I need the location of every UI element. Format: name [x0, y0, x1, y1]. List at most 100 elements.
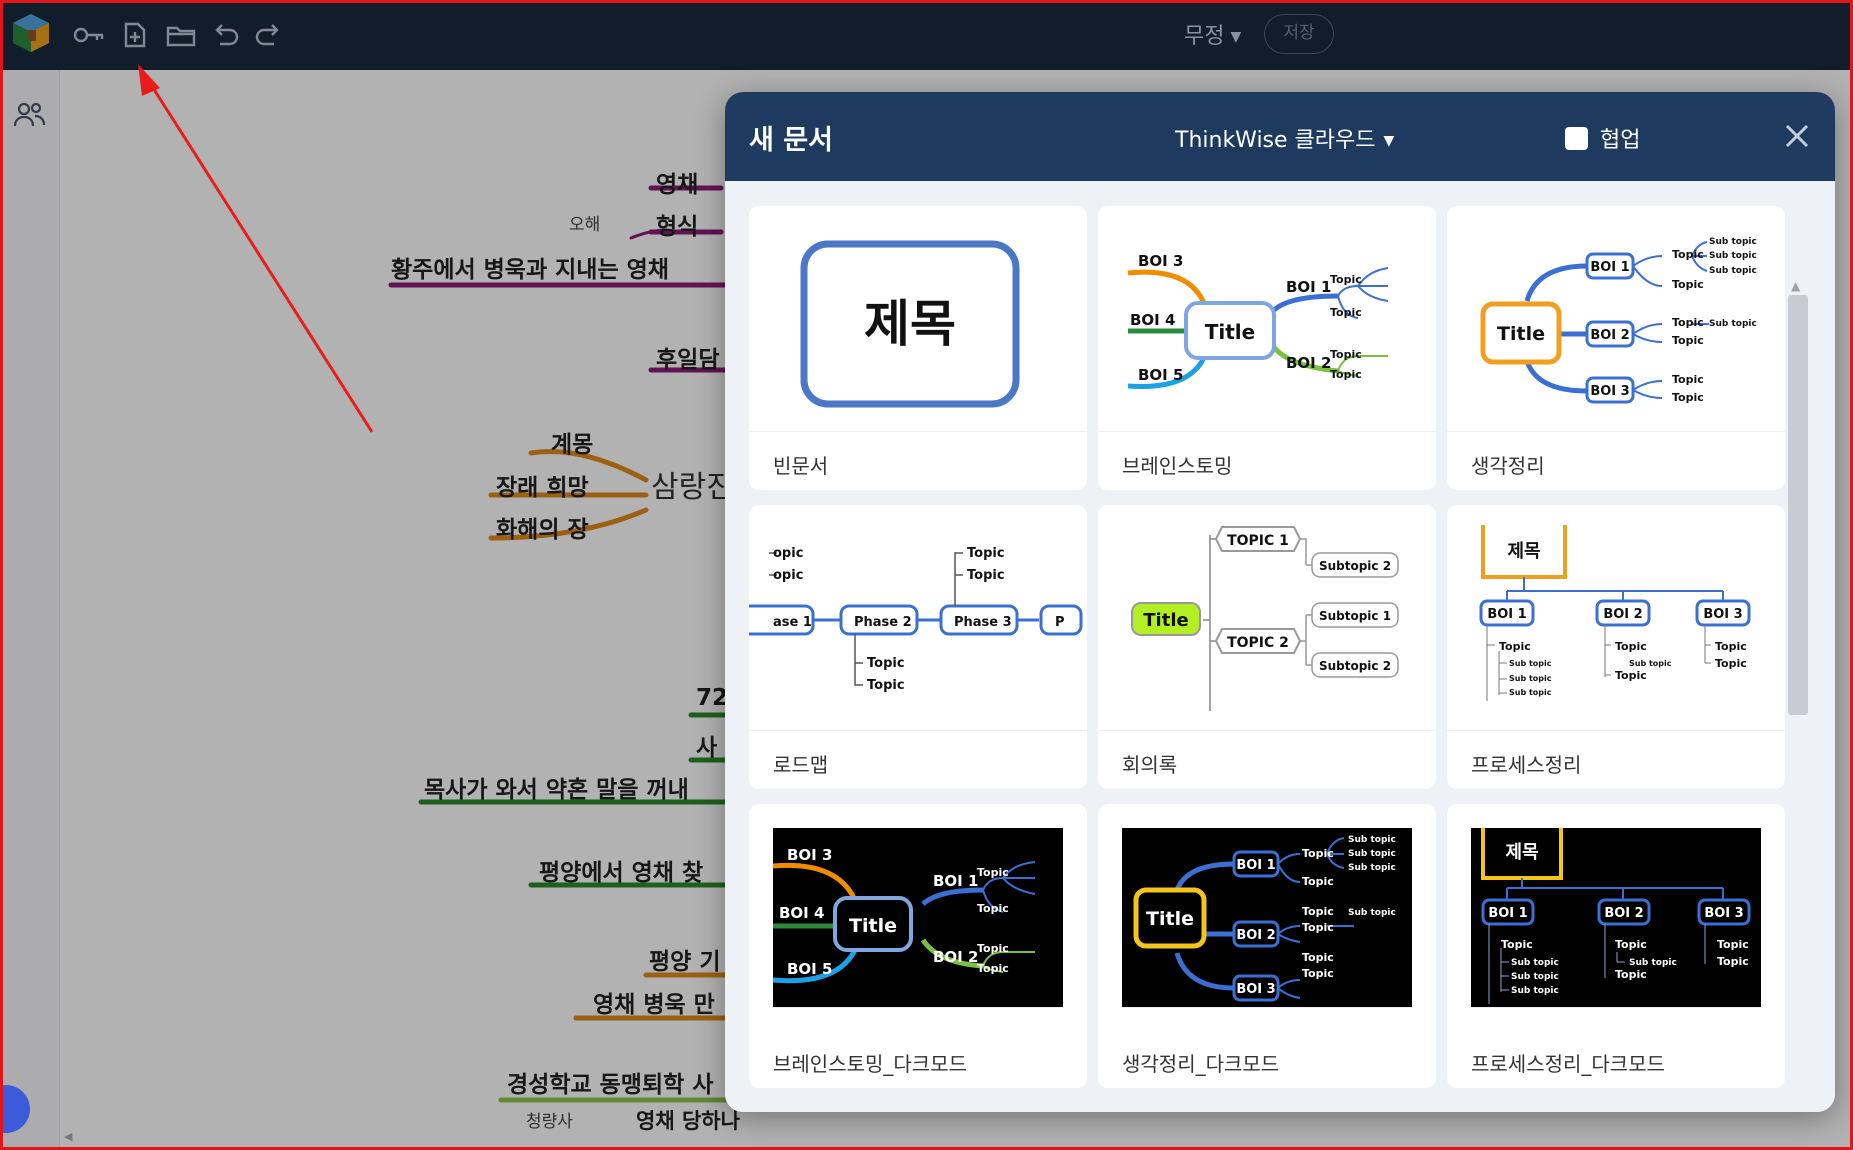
svg-text:Title: Title	[1143, 610, 1188, 631]
template-label: 브레인스토밍	[1122, 454, 1233, 478]
svg-text:Topic: Topic	[1302, 967, 1334, 980]
vertical-scrollbar-thumb[interactable]	[1788, 295, 1808, 715]
svg-text:Sub topic: Sub topic	[1348, 863, 1396, 873]
template-thumbnail: Title TOPIC 1 TOPIC 2 Subtopic 2 Subtopi…	[1098, 505, 1436, 731]
svg-text:Topic: Topic	[1501, 938, 1533, 951]
close-icon[interactable]	[1779, 118, 1815, 154]
svg-text:BOI 3: BOI 3	[1703, 607, 1742, 622]
svg-text:Topic: Topic	[1672, 334, 1704, 347]
svg-text:Topic: Topic	[977, 962, 1009, 975]
template-card-blank[interactable]: 제목 빈문서	[749, 206, 1087, 490]
svg-text:Topic: Topic	[1715, 657, 1747, 670]
template-card-mind-organize[interactable]: Title BOI 1 BOI 2 BOI 3 Topic Topic Topi…	[1447, 206, 1785, 490]
template-label: 생각정리_다크모드	[1122, 1052, 1280, 1076]
svg-text:BOI 1: BOI 1	[1590, 260, 1629, 275]
svg-text:BOI 3: BOI 3	[1138, 252, 1183, 270]
svg-text:BOI 3: BOI 3	[1590, 384, 1629, 399]
svg-text:opic: opic	[773, 546, 803, 561]
svg-text:opic: opic	[773, 568, 803, 583]
svg-text:Topic: Topic	[977, 866, 1009, 879]
template-thumbnail: ase 1 Phase 2 Phase 3 P opic opic Topic …	[749, 505, 1087, 731]
svg-text:Title: Title	[1497, 323, 1545, 345]
template-thumbnail: Title BOI 3 BOI 4 BOI 5 BOI 1 BOI 2 Topi…	[772, 828, 1063, 1008]
svg-text:Phase 2: Phase 2	[854, 615, 912, 630]
svg-text:BOI 1: BOI 1	[1487, 607, 1526, 622]
new-document-dialog: 새 문서 ThinkWise 클라우드 ▼ 협업 제목 빈문서 Title BO…	[725, 92, 1835, 1112]
svg-text:BOI 3: BOI 3	[1704, 906, 1743, 921]
svg-text:P: P	[1055, 615, 1065, 630]
svg-text:Sub topic: Sub topic	[1629, 659, 1672, 668]
cloud-location-dropdown[interactable]: ThinkWise 클라우드 ▼	[1175, 122, 1394, 154]
template-label: 로드맵	[773, 753, 829, 777]
template-card-brainstorming-dark[interactable]: Title BOI 3 BOI 4 BOI 5 BOI 1 BOI 2 Topi…	[749, 804, 1087, 1088]
svg-text:Title: Title	[849, 915, 897, 937]
dialog-title: 새 문서	[749, 125, 833, 156]
svg-text:Topic: Topic	[867, 656, 905, 671]
template-thumbnail: Title BOI 1 BOI 2 BOI 3 Topic Topic Topi…	[1122, 828, 1412, 1008]
svg-text:Topic: Topic	[1615, 938, 1647, 951]
svg-text:BOI 3: BOI 3	[1236, 982, 1275, 997]
svg-text:Sub topic: Sub topic	[1709, 266, 1757, 276]
template-card-roadmap[interactable]: ase 1 Phase 2 Phase 3 P opic opic Topic …	[749, 505, 1087, 789]
template-label: 프로세스정리_다크모드	[1471, 1052, 1665, 1076]
svg-text:Title: Title	[1146, 908, 1194, 930]
svg-text:BOI 3: BOI 3	[787, 846, 832, 864]
svg-text:Topic: Topic	[1615, 640, 1647, 653]
svg-text:BOI 1: BOI 1	[1286, 278, 1331, 296]
svg-text:Topic: Topic	[1302, 905, 1334, 918]
svg-text:Topic: Topic	[1302, 847, 1334, 860]
template-label: 회의록	[1122, 753, 1178, 777]
template-card-brainstorming[interactable]: Title BOI 3 BOI 4 BOI 5 BOI 1 BOI 2 Topi…	[1098, 206, 1436, 490]
svg-text:Phase 3: Phase 3	[954, 615, 1012, 630]
svg-text:BOI 2: BOI 2	[933, 948, 978, 966]
svg-text:BOI 2: BOI 2	[1590, 328, 1629, 343]
collaboration-label: 협업	[1600, 128, 1641, 153]
svg-text:Topic: Topic	[1717, 955, 1749, 968]
svg-text:Topic: Topic	[1672, 278, 1704, 291]
svg-text:Topic: Topic	[1672, 391, 1704, 404]
svg-text:Subtopic 2: Subtopic 2	[1319, 559, 1391, 573]
template-card-process[interactable]: 제목 BOI 1 BOI 2 BOI 3 Topic Topic Topic T…	[1447, 505, 1785, 789]
svg-text:Topic: Topic	[1330, 273, 1362, 286]
svg-text:Topic: Topic	[1302, 951, 1334, 964]
collaboration-checkbox[interactable]	[1565, 126, 1588, 150]
dialog-header: 새 문서 ThinkWise 클라우드 ▼ 협업	[725, 92, 1835, 181]
template-thumbnail: 제목 BOI 1 BOI 2 BOI 3 Topic Topic Topic T…	[1447, 505, 1785, 731]
svg-text:Sub topic: Sub topic	[1348, 849, 1396, 859]
template-thumbnail: 제목	[749, 206, 1087, 432]
svg-text:BOI 5: BOI 5	[1138, 366, 1183, 384]
svg-text:TOPIC 2: TOPIC 2	[1227, 635, 1289, 651]
template-card-mind-organize-dark[interactable]: Title BOI 1 BOI 2 BOI 3 Topic Topic Topi…	[1098, 804, 1436, 1088]
collaboration-toggle[interactable]: 협업	[1565, 122, 1640, 154]
svg-text:Sub topic: Sub topic	[1511, 972, 1559, 982]
svg-text:Topic: Topic	[1330, 348, 1362, 361]
svg-text:Title: Title	[1205, 320, 1255, 344]
scroll-up-arrow-icon[interactable]: ▲	[1791, 279, 1800, 293]
svg-text:Sub topic: Sub topic	[1709, 251, 1757, 261]
svg-text:Topic: Topic	[967, 568, 1005, 583]
svg-text:Topic: Topic	[977, 942, 1009, 955]
svg-text:Sub topic: Sub topic	[1511, 986, 1559, 996]
svg-text:Topic: Topic	[1715, 640, 1747, 653]
svg-text:Sub topic: Sub topic	[1509, 674, 1552, 683]
svg-text:BOI 1: BOI 1	[1488, 906, 1527, 921]
template-label: 브레인스토밍_다크모드	[773, 1052, 967, 1076]
svg-text:Sub topic: Sub topic	[1509, 659, 1552, 668]
thumb-title: 제목	[864, 295, 956, 353]
svg-text:BOI 1: BOI 1	[1236, 858, 1275, 873]
svg-text:제목: 제목	[1505, 842, 1538, 863]
horizontal-scrollbar[interactable]: ◀	[64, 1130, 924, 1144]
svg-text:Topic: Topic	[1499, 640, 1531, 653]
svg-text:BOI 4: BOI 4	[1130, 311, 1175, 329]
svg-text:TOPIC 1: TOPIC 1	[1227, 533, 1289, 549]
svg-text:BOI 2: BOI 2	[1286, 354, 1331, 372]
svg-text:Topic: Topic	[967, 546, 1005, 561]
template-card-process-dark[interactable]: 제목 BOI 1 BOI 2 BOI 3 Topic Topic Topic T…	[1447, 804, 1785, 1088]
chevron-down-icon: ▼	[1383, 133, 1395, 149]
template-card-meeting-notes[interactable]: Title TOPIC 1 TOPIC 2 Subtopic 2 Subtopi…	[1098, 505, 1436, 789]
svg-text:Sub topic: Sub topic	[1629, 958, 1677, 968]
svg-text:Topic: Topic	[867, 678, 905, 693]
svg-text:Topic: Topic	[1615, 669, 1647, 682]
template-label: 빈문서	[773, 454, 829, 478]
svg-text:BOI 1: BOI 1	[933, 872, 978, 890]
